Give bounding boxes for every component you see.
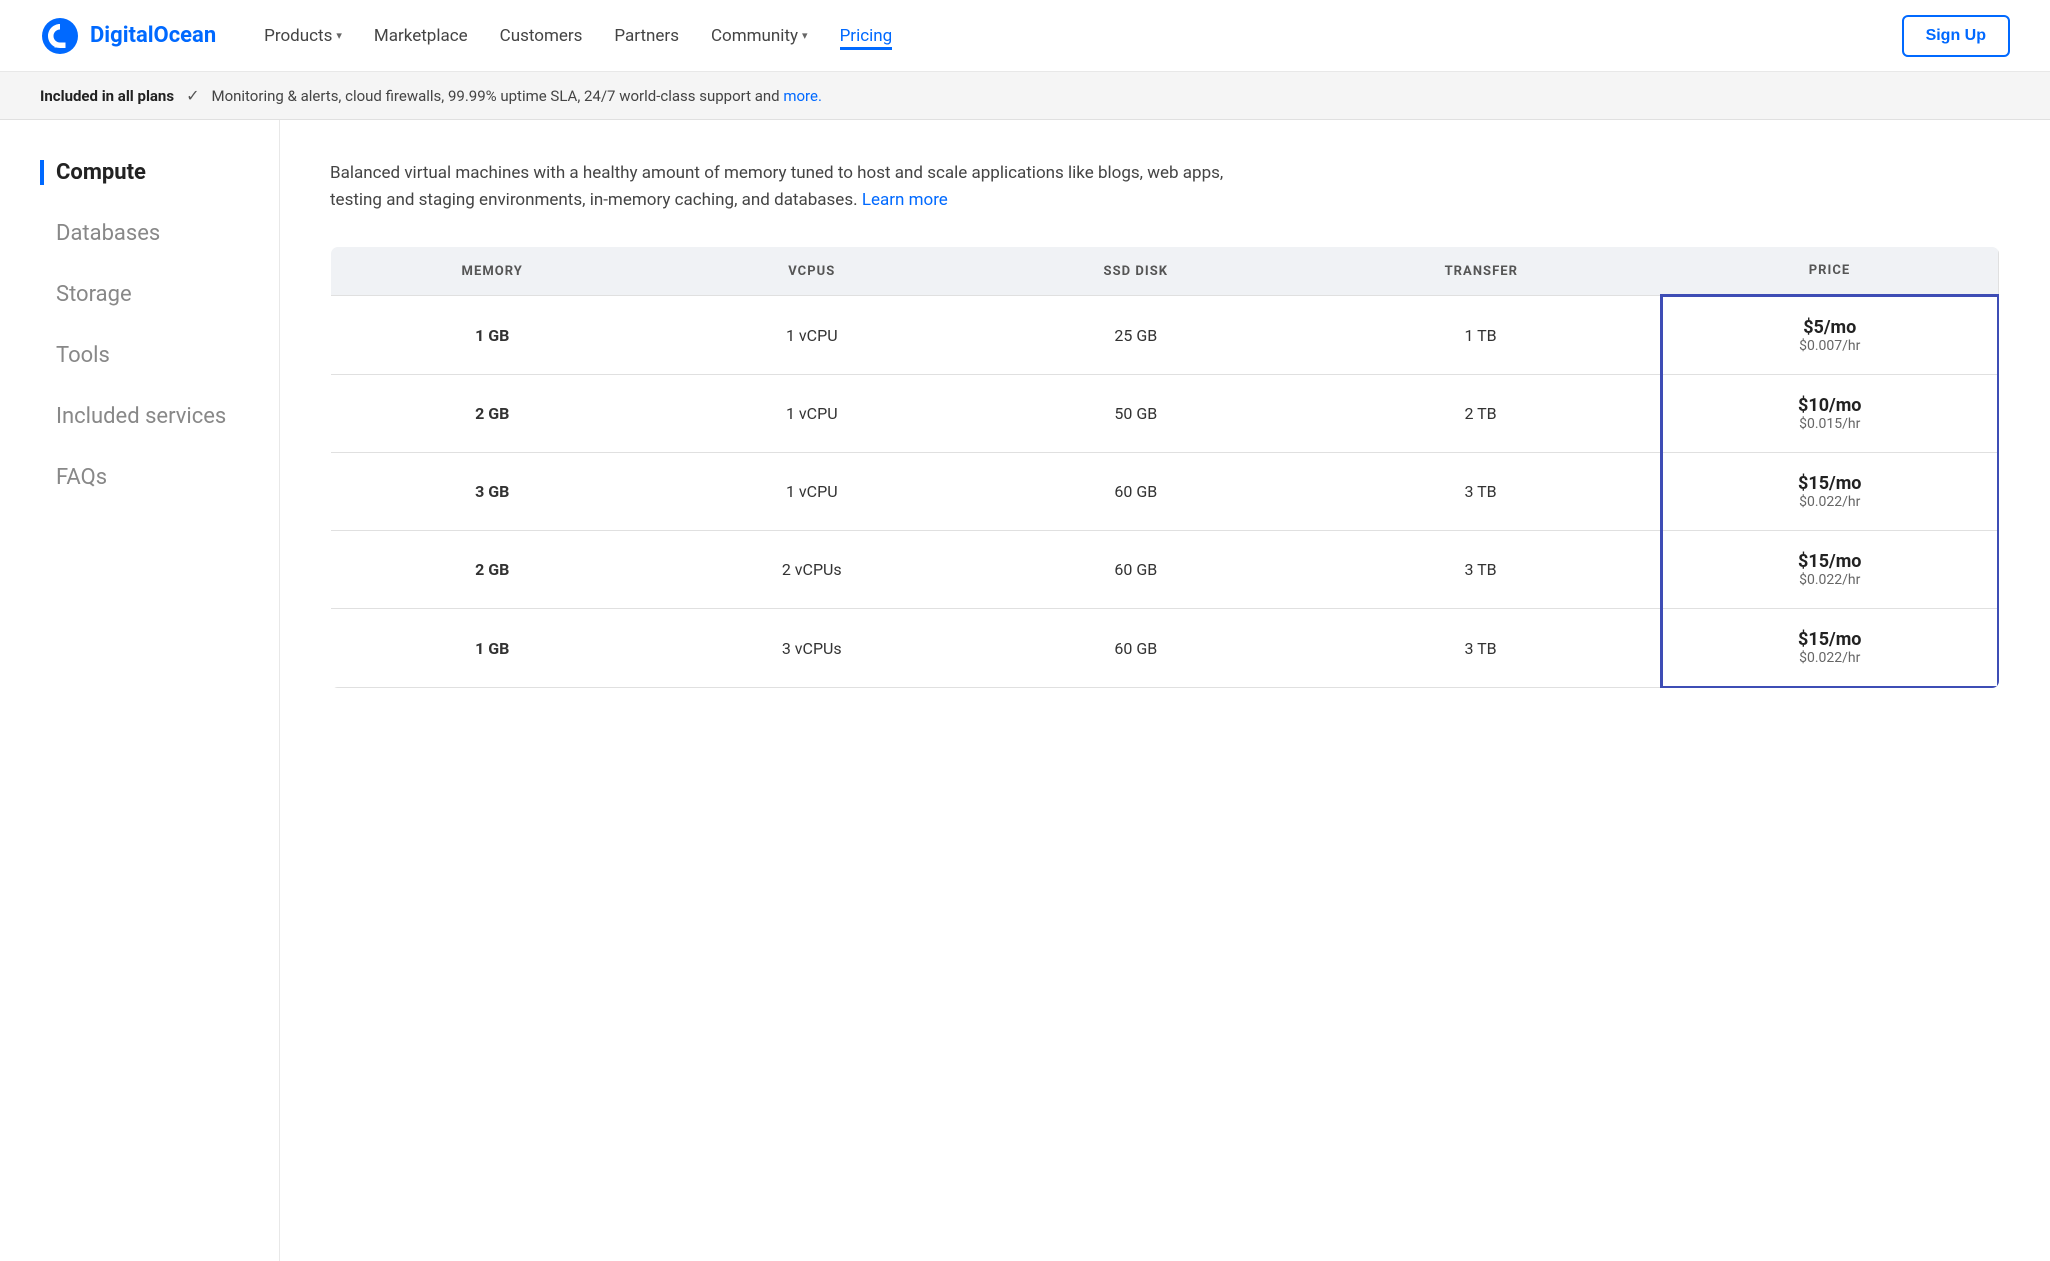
row1-transfer: 1 TB <box>1302 296 1662 375</box>
row5-ssd: 60 GB <box>970 609 1301 688</box>
row3-vcpus: 1 vCPU <box>653 453 970 531</box>
learn-more-link[interactable]: Learn more <box>862 190 948 210</box>
row1-ssd: 25 GB <box>970 296 1301 375</box>
row1-price: $5/mo $0.007/hr <box>1661 296 1998 375</box>
sidebar-item-databases[interactable]: Databases <box>40 221 249 246</box>
row1-memory: 1 GB <box>331 296 654 375</box>
chevron-down-icon: ▾ <box>802 29 808 42</box>
sidebar-item-included-services[interactable]: Included services <box>40 404 249 429</box>
row5-price-mo: $15/mo <box>1683 629 1977 650</box>
logo-icon <box>40 16 80 56</box>
table-row: 1 GB 3 vCPUs 60 GB 3 TB $15/mo $0.022/hr <box>331 609 1999 688</box>
row4-transfer: 3 TB <box>1302 531 1662 609</box>
col-memory: MEMORY <box>331 247 654 296</box>
included-bar-description: Monitoring & alerts, cloud firewalls, 99… <box>211 87 821 105</box>
nav-marketplace[interactable]: Marketplace <box>374 22 468 50</box>
row5-memory: 1 GB <box>331 609 654 688</box>
row4-memory: 2 GB <box>331 531 654 609</box>
row4-price-mo: $15/mo <box>1683 551 1977 572</box>
nav-partners[interactable]: Partners <box>614 22 679 50</box>
row4-price-hr: $0.022/hr <box>1683 572 1977 588</box>
pricing-table: MEMORY VCPUS SSD DISK TRANSFER PRICE 1 G… <box>330 246 2000 689</box>
sidebar-item-compute[interactable]: Compute <box>40 160 249 185</box>
row3-memory: 3 GB <box>331 453 654 531</box>
row2-price-mo: $10/mo <box>1683 395 1977 416</box>
row2-ssd: 50 GB <box>970 375 1301 453</box>
signup-button[interactable]: Sign Up <box>1902 15 2010 57</box>
row2-transfer: 2 TB <box>1302 375 1662 453</box>
nav-links: Products ▾ Marketplace Customers Partner… <box>264 22 1901 50</box>
chevron-down-icon: ▾ <box>336 29 342 42</box>
row2-memory: 2 GB <box>331 375 654 453</box>
sidebar-item-faqs[interactable]: FAQs <box>40 465 249 490</box>
table-row: 3 GB 1 vCPU 60 GB 3 TB $15/mo $0.022/hr <box>331 453 1999 531</box>
table-row: 1 GB 1 vCPU 25 GB 1 TB $5/mo $0.007/hr <box>331 296 1999 375</box>
sidebar-item-tools[interactable]: Tools <box>40 343 249 368</box>
row3-ssd: 60 GB <box>970 453 1301 531</box>
content-description: Balanced virtual machines with a healthy… <box>330 160 1230 214</box>
row2-vcpus: 1 vCPU <box>653 375 970 453</box>
row3-price-hr: $0.022/hr <box>1683 494 1977 510</box>
row3-price-mo: $15/mo <box>1683 473 1977 494</box>
table-body: 1 GB 1 vCPU 25 GB 1 TB $5/mo $0.007/hr 2… <box>331 296 1999 688</box>
col-vcpus: VCPUS <box>653 247 970 296</box>
table-row: 2 GB 2 vCPUs 60 GB 3 TB $15/mo $0.022/hr <box>331 531 1999 609</box>
row4-price: $15/mo $0.022/hr <box>1661 531 1998 609</box>
logo-text: DigitalOcean <box>90 23 216 48</box>
table-row: 2 GB 1 vCPU 50 GB 2 TB $10/mo $0.015/hr <box>331 375 1999 453</box>
content-area: Balanced virtual machines with a healthy… <box>280 120 2050 1261</box>
row1-vcpus: 1 vCPU <box>653 296 970 375</box>
included-bar-label: Included in all plans <box>40 87 174 105</box>
row5-transfer: 3 TB <box>1302 609 1662 688</box>
navbar: DigitalOcean Products ▾ Marketplace Cust… <box>0 0 2050 72</box>
row5-vcpus: 3 vCPUs <box>653 609 970 688</box>
row2-price-hr: $0.015/hr <box>1683 416 1977 432</box>
sidebar-item-storage[interactable]: Storage <box>40 282 249 307</box>
row1-price-mo: $5/mo <box>1683 317 1977 338</box>
row2-price: $10/mo $0.015/hr <box>1661 375 1998 453</box>
row1-price-hr: $0.007/hr <box>1683 338 1977 354</box>
nav-customers[interactable]: Customers <box>500 22 583 50</box>
sidebar: Compute Databases Storage Tools Included… <box>0 120 280 1261</box>
row3-price: $15/mo $0.022/hr <box>1661 453 1998 531</box>
row5-price-hr: $0.022/hr <box>1683 650 1977 666</box>
main-content: Compute Databases Storage Tools Included… <box>0 120 2050 1261</box>
row5-price: $15/mo $0.022/hr <box>1661 609 1998 688</box>
table-header: MEMORY VCPUS SSD DISK TRANSFER PRICE <box>331 247 1999 296</box>
col-ssd: SSD DISK <box>970 247 1301 296</box>
check-icon: ✓ <box>186 86 199 105</box>
col-transfer: TRANSFER <box>1302 247 1662 296</box>
logo-link[interactable]: DigitalOcean <box>40 16 216 56</box>
row3-transfer: 3 TB <box>1302 453 1662 531</box>
nav-community[interactable]: Community ▾ <box>711 22 808 50</box>
row4-vcpus: 2 vCPUs <box>653 531 970 609</box>
included-more-link[interactable]: more. <box>783 87 822 105</box>
row4-ssd: 60 GB <box>970 531 1301 609</box>
included-bar: Included in all plans ✓ Monitoring & ale… <box>0 72 2050 120</box>
nav-products[interactable]: Products ▾ <box>264 22 342 50</box>
nav-pricing[interactable]: Pricing <box>840 22 893 50</box>
col-price: PRICE <box>1661 247 1998 296</box>
table-header-row: MEMORY VCPUS SSD DISK TRANSFER PRICE <box>331 247 1999 296</box>
